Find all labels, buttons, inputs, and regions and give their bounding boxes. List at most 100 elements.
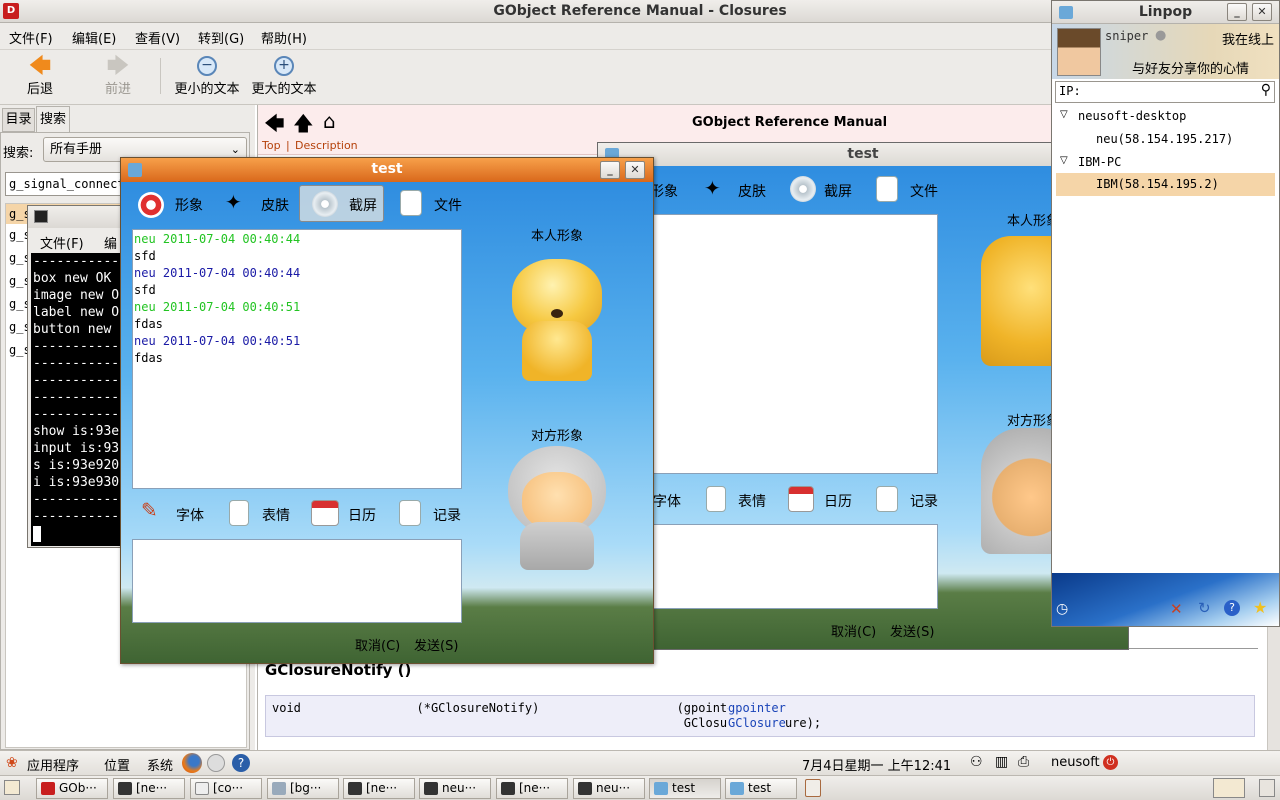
search-icon[interactable]: ⚲ [1261,82,1271,98]
tab-contents[interactable]: 目录 [2,108,35,132]
tool-screenshot-pressed[interactable]: 截屏 [299,185,384,222]
tab-search[interactable]: 搜索 [36,106,70,133]
network-icon[interactable]: ⚇ [970,754,983,770]
menu-view[interactable]: 查看(V) [135,28,180,47]
menu-file[interactable]: 文件(F) [9,28,53,47]
nav-up-icon[interactable]: 🡅 [293,109,314,143]
tool-font[interactable]: 字体 [176,505,204,525]
minimize-button[interactable]: _ [600,161,620,179]
tool-file[interactable]: 文件 [434,195,462,215]
firefox-icon[interactable] [182,753,202,773]
mail-icon[interactable] [207,754,225,772]
chat-front-titlebar[interactable]: test _ ✕ [121,158,653,182]
panel-user[interactable]: neusoft [1051,755,1100,770]
linpop-icon [1059,6,1073,19]
smaller-text-button[interactable]: − 更小的文本 [172,56,242,97]
tools-icon[interactable]: ✕ [1170,600,1183,618]
task-test[interactable]: test [725,778,797,799]
group-neusoft-desktop[interactable]: neusoft-desktop [1078,109,1186,123]
group-expander-icon[interactable]: ▽ [1060,155,1068,166]
task-terminal[interactable]: neu··· [419,778,491,799]
task-terminal[interactable]: [ne··· [113,778,185,799]
star-icon[interactable]: ★ [1253,598,1267,617]
task-terminal[interactable]: [ne··· [343,778,415,799]
menu-system[interactable]: 系统 [147,755,173,774]
link-description[interactable]: Description [295,139,358,152]
menu-applications[interactable]: 应用程序 [27,755,79,774]
message-entry: neu 2011-07-04 00:40:44 [134,231,460,248]
terminal-titlebar[interactable] [28,206,126,228]
task-terminal[interactable]: neu··· [573,778,645,799]
back-tool-skin[interactable]: 皮肤 [738,181,766,201]
tool-emoticon[interactable]: 表情 [262,505,290,525]
contact-ibm-selected[interactable]: IBM(58.154.195.2) [1056,173,1275,196]
task-editor[interactable]: [bg··· [267,778,339,799]
self-avatar-body [522,321,592,381]
task-devhelp[interactable]: GOb··· [36,778,108,799]
help-launcher-icon[interactable]: ? [232,754,250,772]
code-keyword-gclosure[interactable]: GClosure [728,716,786,730]
motto[interactable]: 与好友分享你的心情 [1132,58,1249,77]
linpop-close-button[interactable]: ✕ [1252,3,1272,21]
doc-scrollbar[interactable] [1267,625,1280,750]
back-tool-record[interactable]: 记录 [910,491,938,511]
clock[interactable]: 7月4日星期一 上午12:41 [802,755,951,774]
chat-back-titlebar[interactable]: test [598,143,1128,166]
online-status[interactable]: 我在线上 [1222,29,1274,48]
code-keyword-gpointer[interactable]: gpointer [728,701,786,715]
ip-search-field[interactable]: IP: ⚲ [1055,81,1275,103]
refresh-icon[interactable]: ↻ [1198,599,1211,617]
cancel-button[interactable]: 取消(C) [355,635,400,654]
back-tool-emoticon[interactable]: 表情 [738,491,766,511]
printer-icon[interactable]: ⎙ [1018,754,1029,770]
back-input-box[interactable] [653,524,938,609]
trash-icon[interactable] [805,779,821,797]
message-history[interactable]: neu 2011-07-04 00:40:44 sfd neu 2011-07-… [132,229,462,489]
close-button[interactable]: ✕ [625,161,645,179]
larger-text-button[interactable]: + 更大的文本 [249,56,319,97]
shutdown-icon[interactable]: ⏻ [1103,755,1118,770]
tool-avatar[interactable]: 形象 [175,195,203,215]
menu-go[interactable]: 转到(G) [198,28,244,47]
back-message-history[interactable] [653,214,938,474]
linpop-minimize-button[interactable]: _ [1227,3,1247,21]
menu-edit[interactable]: 编辑(E) [72,28,116,47]
link-top[interactable]: Top [262,139,281,152]
back-tool-file[interactable]: 文件 [910,181,938,201]
forward-button[interactable]: 🡆 前进 [98,56,138,98]
task-test-active[interactable]: test [649,778,721,799]
task-terminal[interactable]: [ne··· [496,778,568,799]
trash-applet-icon[interactable] [1259,779,1275,797]
terminal-menu-edit[interactable]: 编 [104,233,117,252]
menu-places[interactable]: 位置 [104,755,130,774]
message-input[interactable] [132,539,462,623]
back-tool-screenshot[interactable]: 截屏 [824,181,852,201]
back-tool-calendar[interactable]: 日历 [824,491,852,511]
back-send-button[interactable]: 发送(S) [890,621,934,640]
contact-neu[interactable]: neu(58.154.195.217) [1096,132,1233,146]
help-icon[interactable]: ? [1224,600,1240,616]
tool-record[interactable]: 记录 [433,505,461,525]
terminal-menu-file[interactable]: 文件(F) [40,233,84,252]
avatar[interactable] [1057,28,1101,76]
menu-help[interactable]: 帮助(H) [261,28,307,47]
back-tool-avatar[interactable]: 形象 [650,181,678,201]
group-expander-icon[interactable]: ▽ [1060,109,1068,120]
back-button[interactable]: 🡄 后退 [20,56,60,98]
nav-home-icon[interactable]: ⌂ [323,109,336,133]
volume-icon[interactable]: ▥ [995,754,1008,770]
peer-avatar [504,442,610,570]
back-cancel-button[interactable]: 取消(C) [831,621,876,640]
group-ibm-pc[interactable]: IBM-PC [1078,155,1121,169]
back-tool-font[interactable]: 字体 [653,491,681,511]
nav-left-icon[interactable]: 🡄 [264,109,285,143]
show-desktop-icon[interactable] [4,780,20,795]
contact-tree: ▽ neusoft-desktop neu(58.154.195.217) ▽ … [1052,105,1279,575]
tool-skin[interactable]: 皮肤 [261,195,289,215]
clock-icon[interactable]: ◷ [1056,601,1068,617]
linpop-titlebar[interactable]: Linpop _ ✕ [1052,1,1279,24]
workspace-switcher[interactable] [1213,778,1245,798]
task-editor[interactable]: [co··· [190,778,262,799]
tool-calendar[interactable]: 日历 [348,505,376,525]
send-button[interactable]: 发送(S) [414,635,458,654]
